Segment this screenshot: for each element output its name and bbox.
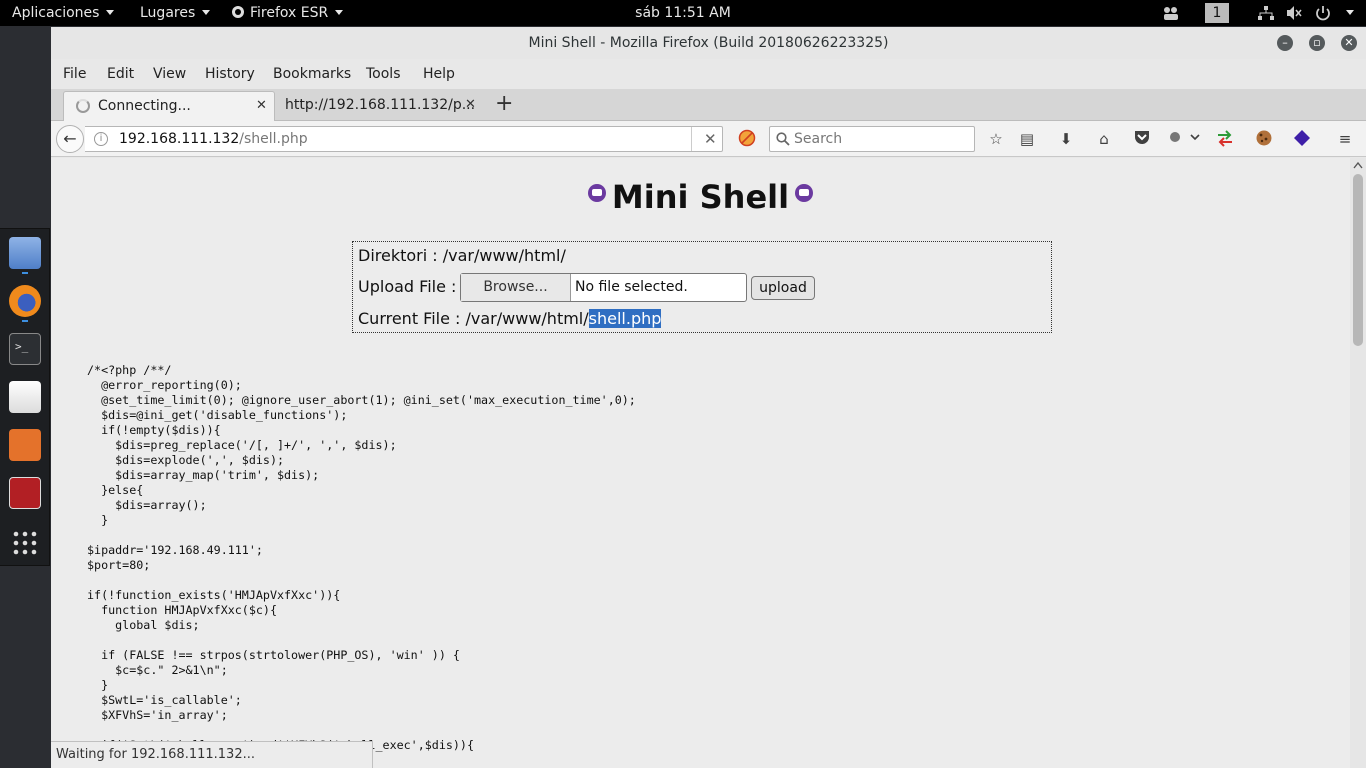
bookmark-star-icon[interactable]: ☆ xyxy=(986,129,1006,149)
current-file-prefix: Current File : /var/www/html/ xyxy=(358,309,589,328)
search-icon xyxy=(776,132,790,146)
vertical-scrollbar[interactable] xyxy=(1350,158,1366,768)
menu-help[interactable]: Help xyxy=(423,66,455,82)
menu-history[interactable]: History xyxy=(205,66,255,82)
download-icon[interactable]: ⬇ xyxy=(1056,129,1076,149)
running-indicator xyxy=(22,320,28,322)
power-icon[interactable] xyxy=(1314,5,1332,21)
chevron-down-icon xyxy=(1346,10,1354,15)
tab-bar: Connecting... ✕ http://192.168.111.132/p… xyxy=(51,89,1366,121)
new-tab-button[interactable]: + xyxy=(495,90,513,118)
current-file-name: shell.php xyxy=(588,309,662,328)
navigation-toolbar: ← i 192.168.111.132/shell.php ✕ Search ☆… xyxy=(51,121,1366,157)
page-content: Mini Shell Direktori : /var/www/html/ Up… xyxy=(51,158,1350,768)
app-grid-icon[interactable] xyxy=(9,527,41,559)
terminal-icon[interactable]: >_ xyxy=(9,333,41,365)
menu-bookmarks[interactable]: Bookmarks xyxy=(273,66,351,82)
url-text: 192.168.111.132/shell.php xyxy=(119,127,308,151)
user-agent-switcher-icon[interactable] xyxy=(1167,129,1201,149)
volume-muted-icon[interactable] xyxy=(1285,5,1303,21)
menu-bar: File Edit View History Bookmarks Tools H… xyxy=(51,59,1366,89)
burp-suite-icon[interactable] xyxy=(9,429,41,461)
site-info-icon[interactable]: i xyxy=(94,132,108,146)
firefox-icon[interactable] xyxy=(9,285,41,317)
status-panel: Waiting for 192.168.111.132... xyxy=(51,741,373,768)
upload-panel: Direktori : /var/www/html/ Upload File :… xyxy=(352,241,1052,333)
upload-label: Upload File : xyxy=(358,277,457,296)
upload-button[interactable]: upload xyxy=(751,276,815,300)
home-icon[interactable]: ⌂ xyxy=(1094,129,1114,149)
tab-connecting[interactable]: Connecting... ✕ xyxy=(63,91,275,121)
file-source-code: /*<?php /**/ @error_reporting(0); @set_t… xyxy=(87,363,636,752)
firefox-window: Mini Shell - Mozilla Firefox (Build 2018… xyxy=(51,27,1366,768)
system-menu-arrow[interactable] xyxy=(1339,0,1354,26)
running-indicator xyxy=(22,272,28,274)
browse-button[interactable]: Browse... xyxy=(461,274,571,301)
reading-list-icon[interactable]: ▤ xyxy=(1017,129,1037,149)
metasploit-icon[interactable] xyxy=(9,477,41,509)
dash-dock: >_ xyxy=(0,228,50,566)
scroll-up-icon[interactable] xyxy=(1353,161,1363,169)
minimize-button[interactable]: – xyxy=(1277,35,1293,51)
menu-view[interactable]: View xyxy=(153,66,186,82)
hamburger-menu-icon[interactable]: ≡ xyxy=(1335,129,1355,149)
url-host: 192.168.111.132 xyxy=(119,131,240,147)
no-file-label: No file selected. xyxy=(575,279,688,295)
menu-edit[interactable]: Edit xyxy=(107,66,134,82)
search-bar[interactable]: Search xyxy=(769,126,975,152)
scrollbar-thumb[interactable] xyxy=(1353,174,1363,346)
tab-shell-page[interactable]: http://192.168.111.132/p... ✕ xyxy=(277,91,487,121)
tab-close-icon[interactable]: ✕ xyxy=(256,92,267,120)
url-bar[interactable]: i 192.168.111.132/shell.php ✕ xyxy=(85,126,723,152)
network-icon[interactable] xyxy=(1257,5,1275,21)
back-button[interactable]: ← xyxy=(56,125,84,153)
tab-title: http://192.168.111.132/p... xyxy=(285,97,476,113)
text-editor-icon[interactable] xyxy=(9,381,41,413)
window-title: Mini Shell - Mozilla Firefox (Build 2018… xyxy=(528,35,889,51)
window-titlebar[interactable]: Mini Shell - Mozilla Firefox (Build 2018… xyxy=(51,27,1366,59)
pocket-icon[interactable] xyxy=(1132,129,1152,149)
maximize-button[interactable]: ▫ xyxy=(1309,35,1325,51)
file-input[interactable]: Browse... No file selected. xyxy=(460,273,747,302)
close-window-button[interactable]: ✕ xyxy=(1341,35,1357,51)
menu-file[interactable]: File xyxy=(63,66,86,82)
current-file-line: Current File : /var/www/html/shell.php xyxy=(358,309,662,328)
devil-icon xyxy=(587,184,606,202)
stop-loading-icon[interactable]: ✕ xyxy=(704,127,717,151)
devil-icon xyxy=(795,184,814,202)
loading-spinner-icon xyxy=(76,99,90,113)
accessibility-icon[interactable] xyxy=(1162,5,1180,21)
top-panel: Aplicaciones Lugares Firefox ESR sáb 11:… xyxy=(0,0,1366,26)
menu-tools[interactable]: Tools xyxy=(366,66,401,82)
workspace-indicator[interactable]: 1 xyxy=(1205,3,1229,23)
wappalyzer-icon[interactable] xyxy=(1292,129,1312,149)
heading-text: Mini Shell xyxy=(611,178,790,216)
proxy-switch-icon[interactable] xyxy=(1215,129,1235,149)
search-placeholder: Search xyxy=(794,131,843,147)
file-cabinet-icon[interactable] xyxy=(9,237,41,269)
terminal-prompt-glyph: >_ xyxy=(15,340,29,353)
tab-close-icon[interactable]: ✕ xyxy=(465,91,476,119)
directory-label: Direktori : /var/www/html/ xyxy=(358,246,566,265)
url-path: /shell.php xyxy=(239,131,308,147)
tab-title: Connecting... xyxy=(98,98,191,114)
cookie-icon[interactable] xyxy=(1254,129,1274,149)
tracking-protection-icon[interactable] xyxy=(737,129,757,149)
page-heading: Mini Shell xyxy=(51,178,1350,216)
